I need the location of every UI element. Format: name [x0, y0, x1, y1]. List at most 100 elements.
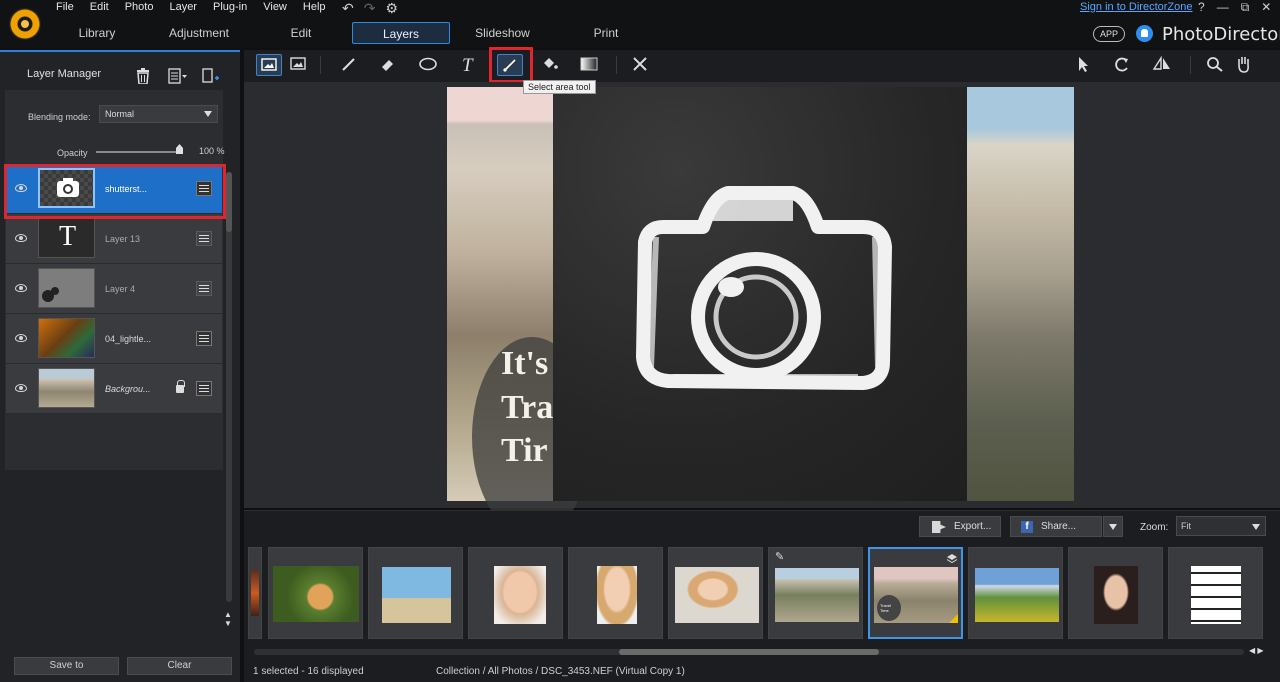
menu-help[interactable]: Help — [303, 0, 326, 16]
menu-edit[interactable]: Edit — [90, 0, 109, 16]
layer-row-background[interactable]: Backgrou... — [6, 364, 222, 414]
app-logo-icon — [9, 8, 41, 40]
visibility-eye-icon[interactable] — [15, 384, 27, 392]
cut-tool-icon[interactable] — [628, 54, 654, 76]
help-button[interactable]: ? — [1198, 0, 1205, 15]
layer-thumbnail: T — [38, 218, 95, 258]
thumb-image — [775, 568, 859, 622]
module-tabs: Library Adjustment Edit Layers Slideshow… — [46, 22, 657, 44]
close-button[interactable]: ✕ — [1261, 0, 1271, 15]
zoom-select[interactable]: Fit — [1176, 516, 1266, 536]
tab-adjustment[interactable]: Adjustment — [148, 22, 250, 44]
ellipse-tool-icon[interactable] — [416, 54, 442, 76]
layer-name[interactable]: Layer 4 — [105, 284, 135, 294]
toolbar-separator — [320, 56, 321, 74]
undo-icon[interactable]: ↶ — [342, 0, 354, 17]
filmstrip-thumb[interactable] — [1068, 547, 1163, 639]
gradient-tool-icon[interactable] — [577, 54, 603, 76]
filmstrip-thumb[interactable] — [368, 547, 463, 639]
menu-view[interactable]: View — [263, 0, 287, 16]
tab-slideshow[interactable]: Slideshow — [450, 22, 555, 44]
layer-settings-icon[interactable] — [196, 231, 212, 246]
canvas-title-line-2: Tra — [501, 389, 554, 426]
tab-library[interactable]: Library — [46, 22, 148, 44]
thumb-image — [251, 570, 259, 616]
layer-settings-icon[interactable] — [196, 281, 212, 296]
share-dropdown-button[interactable] — [1103, 516, 1123, 537]
filmstrip-thumb[interactable] — [248, 547, 262, 639]
visibility-eye-icon[interactable] — [15, 234, 27, 242]
layer-settings-icon[interactable] — [196, 381, 212, 396]
zoom-tool-icon[interactable] — [1203, 54, 1229, 76]
export-button[interactable]: Export... — [919, 516, 1001, 537]
visibility-eye-icon[interactable] — [15, 334, 27, 342]
filmstrip-thumb[interactable] — [268, 547, 363, 639]
flip-icon[interactable] — [1150, 54, 1176, 76]
layer-thumbnail — [38, 368, 95, 408]
photo-canvas[interactable]: It's Tra Tir — [244, 82, 1280, 537]
layer-view-button[interactable] — [256, 54, 282, 76]
opacity-slider[interactable] — [96, 151, 180, 153]
app-badge[interactable]: APP — [1093, 26, 1125, 42]
layer-name[interactable]: 04_lightle... — [105, 334, 151, 344]
scroll-arrows-icon[interactable]: ▲ ▼ — [224, 610, 232, 628]
filmstrip-thumb[interactable] — [568, 547, 663, 639]
move-pointer-icon[interactable] — [1071, 54, 1097, 76]
menu-plugin[interactable]: Plug-in — [213, 0, 247, 16]
filmstrip-scroll-arrows-icon[interactable]: ◀ ▶ — [1249, 646, 1264, 655]
menu-photo[interactable]: Photo — [125, 0, 154, 16]
tooltip-select-area: Select area tool — [523, 80, 596, 94]
trash-icon[interactable] — [136, 68, 152, 85]
filmstrip-scrollbar-thumb[interactable] — [619, 649, 879, 655]
layer-name[interactable]: Layer 13 — [105, 234, 140, 244]
layer-row-layer13[interactable]: T Layer 13 — [6, 214, 222, 264]
layer-scrollbar[interactable] — [226, 172, 232, 602]
background-photo-left: It's Tra Tir — [447, 87, 592, 537]
filmstrip-thumb[interactable] — [968, 547, 1063, 639]
tab-edit[interactable]: Edit — [250, 22, 352, 44]
layer-name[interactable]: Backgrou... — [105, 384, 151, 394]
signin-link[interactable]: Sign in to DirectorZone — [1080, 1, 1193, 13]
clear-button[interactable]: Clear — [127, 657, 232, 675]
tab-print[interactable]: Print — [555, 22, 657, 44]
filmstrip-scrollbar[interactable] — [254, 649, 1244, 655]
settings-gear-icon[interactable]: ⚙ — [385, 0, 398, 17]
add-layer-icon[interactable] — [202, 68, 219, 84]
menu-layer[interactable]: Layer — [169, 0, 197, 16]
filmstrip-thumb-selected[interactable]: Travel Time — [868, 547, 963, 639]
filmstrip-thumb[interactable]: ✎ — [768, 547, 863, 639]
eraser-tool-icon[interactable] — [376, 54, 402, 76]
filmstrip-thumb[interactable] — [668, 547, 763, 639]
layer-settings-icon[interactable] — [196, 331, 212, 346]
share-button[interactable]: f Share... — [1010, 516, 1102, 537]
text-tool-icon[interactable]: T — [456, 54, 482, 76]
blending-mode-select[interactable]: Normal — [99, 105, 218, 123]
visibility-eye-icon[interactable] — [15, 284, 27, 292]
image-view-button[interactable] — [286, 54, 312, 76]
brush-tool-icon[interactable] — [337, 54, 363, 76]
layer-row-lightleak[interactable]: 04_lightle... — [6, 314, 222, 364]
filmstrip-panel: Export... f Share... Zoom: Fit ✎ Travel … — [244, 510, 1280, 682]
restore-button[interactable]: ⧉ — [1241, 0, 1250, 15]
menu-file[interactable]: File — [56, 0, 74, 16]
filmstrip-thumb[interactable] — [1168, 547, 1263, 639]
thumb-image — [273, 566, 359, 622]
minimize-button[interactable]: — — [1217, 0, 1229, 15]
tab-layers[interactable]: Layers — [352, 22, 450, 44]
quick-actions: ↶ ↷ ⚙ — [342, 0, 398, 17]
rotate-icon[interactable] — [1110, 54, 1136, 76]
save-to-button[interactable]: Save to — [14, 657, 119, 675]
pan-hand-icon[interactable] — [1232, 54, 1258, 76]
notification-bell-icon[interactable] — [1136, 25, 1153, 42]
redo-icon[interactable]: ↷ — [364, 0, 376, 17]
menu-bar: File Edit Photo Layer Plug-in View Help — [56, 0, 342, 16]
lock-icon[interactable] — [176, 380, 185, 393]
file-path-status: Collection / All Photos / DSC_3453.NEF (… — [436, 666, 685, 677]
layer-menu-icon[interactable] — [168, 68, 187, 84]
rating-corner-mark — [949, 614, 958, 623]
layer-row-layer4[interactable]: Layer 4 — [6, 264, 222, 314]
layer-scrollbar-thumb[interactable] — [226, 172, 232, 232]
fill-bucket-icon[interactable] — [537, 54, 563, 76]
filmstrip-thumb[interactable] — [468, 547, 563, 639]
export-label: Export... — [954, 521, 992, 532]
